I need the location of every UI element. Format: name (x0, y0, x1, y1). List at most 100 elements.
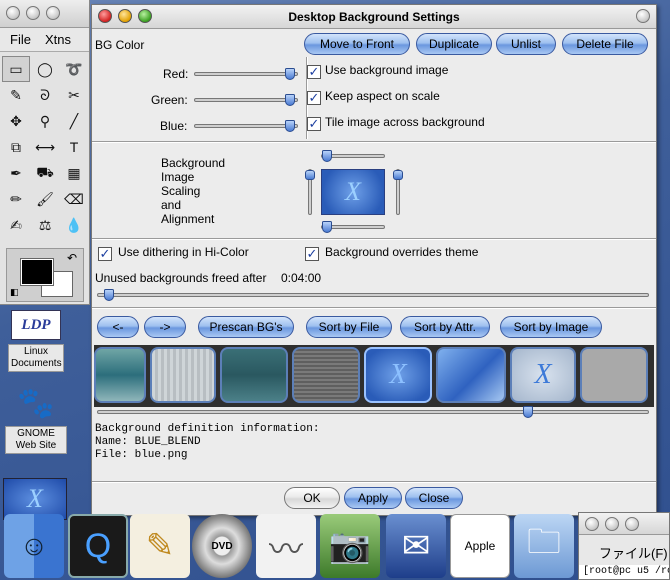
transform-icon[interactable]: ⧉ (2, 134, 30, 160)
ldp-desktop-icon[interactable]: LDP Linux Documents (4, 310, 68, 372)
toolbox-zoom-button[interactable] (46, 6, 60, 20)
thumbnail[interactable] (220, 347, 288, 403)
text-icon[interactable]: T (60, 134, 88, 160)
toolbox-minimize-button[interactable] (26, 6, 40, 20)
quicktime-icon[interactable]: Q (68, 514, 128, 578)
dvd-player-icon[interactable]: DVD (192, 514, 252, 578)
red-slider[interactable] (194, 68, 298, 80)
vertical-align-knob[interactable] (305, 170, 315, 180)
apple-web-icon[interactable]: Apple (450, 514, 510, 578)
thumbnail[interactable] (436, 347, 506, 403)
green-slider-knob[interactable] (285, 94, 295, 106)
crop-knife-icon[interactable]: ╱ (60, 108, 88, 134)
horizontal-align-slider[interactable] (321, 150, 385, 162)
unused-freed-slider[interactable] (97, 289, 649, 301)
thumbnail[interactable]: X (510, 347, 576, 403)
thumbnail-scroll-slider[interactable] (97, 406, 649, 418)
prescan-button[interactable]: Prescan BG's (198, 316, 294, 338)
gnome-desktop-icon[interactable]: 🐾 GNOME Web Site (4, 384, 68, 454)
vertical-align-slider[interactable] (305, 169, 315, 215)
unlist-button[interactable]: Unlist (496, 33, 556, 55)
red-slider-knob[interactable] (285, 68, 295, 80)
horizontal-scale-slider[interactable] (321, 221, 385, 233)
thumbnail[interactable] (94, 347, 146, 403)
lasso-icon[interactable]: ➰ (60, 56, 88, 82)
prev-button[interactable]: <- (97, 316, 139, 338)
divider-horizontal (92, 307, 656, 309)
terminal-file-menu[interactable]: ファイル(F) (579, 535, 669, 562)
iphoto-icon[interactable]: 📷 (320, 514, 380, 578)
menu-file[interactable]: File (10, 32, 31, 47)
magnify-icon[interactable]: ⚲ (31, 108, 59, 134)
gradient-icon[interactable]: ▦ (60, 160, 88, 186)
red-label: Red: (163, 67, 189, 81)
terminal-zoom-button[interactable] (625, 517, 639, 531)
folder-icon[interactable]: 🗀 (514, 514, 574, 578)
tile-image-checkbox[interactable]: ✓ (307, 117, 321, 131)
pencil-icon[interactable]: ✏ (2, 186, 30, 212)
paintbrush-icon[interactable]: 🖌 (31, 186, 59, 212)
mail-icon[interactable]: ✉ (386, 514, 446, 578)
sort-by-image-button[interactable]: Sort by Image (500, 316, 602, 338)
rect-select-icon[interactable]: ▭ (2, 56, 30, 82)
toolbox-titlebar (0, 0, 89, 28)
color-picker-icon[interactable]: ✒ (2, 160, 30, 186)
overrides-theme-checkbox[interactable]: ✓ (305, 247, 319, 261)
vertical-scale-knob[interactable] (393, 170, 403, 180)
duplicate-button[interactable]: Duplicate (416, 33, 492, 55)
terminal-minimize-button[interactable] (605, 517, 619, 531)
clone-stamp-icon[interactable]: ⚖ (31, 212, 59, 238)
dialog-close-button[interactable] (98, 9, 112, 23)
dialog-collapse-button[interactable] (636, 9, 650, 23)
move-icon[interactable]: ✥ (2, 108, 30, 134)
menu-xtns[interactable]: Xtns (45, 32, 71, 47)
sound-file-icon[interactable]: 〰 (256, 514, 316, 578)
horizontal-scale-knob[interactable] (322, 221, 332, 233)
eraser-icon[interactable]: ⌫ (60, 186, 88, 212)
terminal-close-button[interactable] (585, 517, 599, 531)
thumbnail-scroll-knob[interactable] (523, 406, 533, 418)
move-to-front-button[interactable]: Move to Front (304, 33, 410, 55)
ellipse-select-icon[interactable]: ◯ (31, 56, 59, 82)
bucket-fill-icon[interactable]: ⛟ (31, 160, 59, 186)
next-button[interactable]: -> (144, 316, 186, 338)
default-colors-icon[interactable]: ◧ (10, 287, 19, 298)
sort-by-attr-button[interactable]: Sort by Attr. (400, 316, 490, 338)
blue-slider-knob[interactable] (285, 120, 295, 132)
toolbox-close-button[interactable] (6, 6, 20, 20)
unused-freed-label: Unused backgrounds freed after (95, 271, 267, 285)
textedit-icon[interactable]: ✎ (130, 514, 190, 578)
keep-aspect-checkbox[interactable]: ✓ (307, 91, 321, 105)
smudge-icon[interactable]: 💧 (60, 212, 88, 238)
apply-button[interactable]: Apply (344, 487, 402, 509)
use-bg-image-label: Use background image (325, 63, 449, 77)
flip-icon[interactable]: ⟷ (31, 134, 59, 160)
background-preview: X (321, 169, 385, 215)
dialog-minimize-button[interactable] (118, 9, 132, 23)
dithering-checkbox[interactable]: ✓ (98, 247, 112, 261)
bezier-select-icon[interactable]: ᘐ (31, 82, 59, 108)
use-bg-image-checkbox[interactable]: ✓ (307, 65, 321, 79)
dialog-title: Desktop Background Settings (288, 10, 460, 24)
thumbnail[interactable] (292, 347, 360, 403)
sort-by-file-button[interactable]: Sort by File (306, 316, 392, 338)
color-selector[interactable]: ↶ ◧ (6, 248, 84, 302)
finder-icon[interactable]: ☺ (4, 514, 64, 578)
thumbnail-selected[interactable]: X (364, 347, 432, 403)
horizontal-align-knob[interactable] (322, 150, 332, 162)
delete-file-button[interactable]: Delete File (562, 33, 648, 55)
ok-button[interactable]: OK (284, 487, 340, 509)
airbrush-icon[interactable]: ✍ (2, 212, 30, 238)
scissors-icon[interactable]: ✂ (60, 82, 88, 108)
green-slider[interactable] (194, 94, 298, 106)
blue-slider[interactable] (194, 120, 298, 132)
vertical-scale-slider[interactable] (393, 169, 403, 215)
swap-colors-icon[interactable]: ↶ (67, 251, 77, 265)
foreground-color-swatch[interactable] (20, 258, 54, 286)
unused-freed-knob[interactable] (104, 289, 114, 301)
close-button[interactable]: Close (405, 487, 463, 509)
thumbnail[interactable] (150, 347, 216, 403)
thumbnail[interactable] (580, 347, 648, 403)
magic-wand-icon[interactable]: ✎ (2, 82, 30, 108)
dialog-zoom-button[interactable] (138, 9, 152, 23)
